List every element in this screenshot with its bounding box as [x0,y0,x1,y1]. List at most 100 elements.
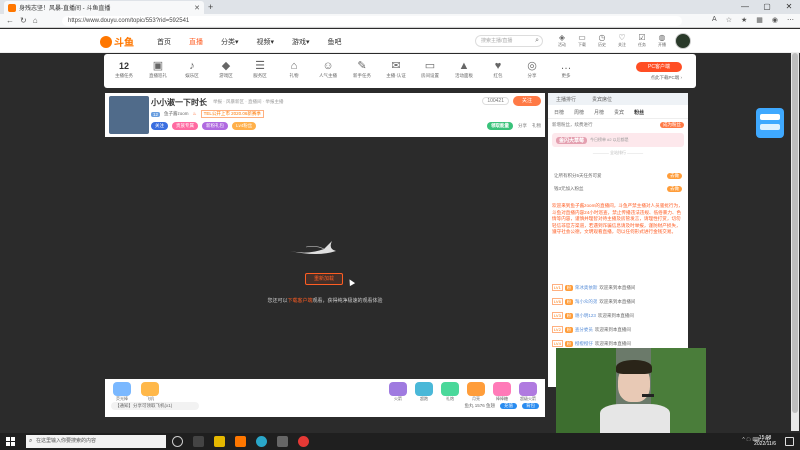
header-broadcast[interactable]: ◍ 开播 [655,33,669,48]
favorite-star-icon[interactable]: ☆ [726,16,732,24]
feature-item[interactable]: ✉ 主播·认证 [382,59,410,79]
scrollbar-thumb[interactable] [792,53,798,413]
become-fan-button[interactable]: 成为粉丝 [660,122,684,128]
header-history[interactable]: ◷ 历史 [595,33,609,48]
promo-banner[interactable]: TEL公开上市 2020.06新赛季 [200,110,264,118]
collections-icon[interactable]: ▦ [756,16,763,24]
page-scrollbar[interactable] [791,53,799,431]
nav-fishbar[interactable]: 鱼吧 [328,37,342,47]
feature-item[interactable]: ▲ 活动面板 [450,59,478,79]
follow-button[interactable]: 关注 [513,96,541,106]
edge-browser-icon[interactable] [256,436,267,447]
feature-item[interactable]: ☰ 服务区 [246,59,274,79]
nav-category[interactable]: 分类▾ [221,37,239,47]
video-area[interactable]: 重新加载 您还可以下载客户端观看，获得纯净极速的观看体验 [105,137,545,379]
chat-user[interactable]: 橙橙橙仔 [575,341,593,347]
feature-item[interactable]: ✎ 新手任务 [348,59,376,79]
tab-month[interactable]: 月榜 [594,109,604,116]
tab-vip[interactable]: 贵宾 [614,109,624,116]
nav-video[interactable]: 视频▾ [257,37,275,47]
feature-item[interactable]: ☺ 人气主播 [314,59,342,79]
browser-tab[interactable]: 身残志坚！风暴-直播间 - 斗鱼直播 ✕ [4,1,204,14]
gift-item[interactable]: 超跑 [413,382,435,402]
gift-item[interactable]: 超级火箭 [517,382,539,402]
gift-item[interactable]: 棒棒糖 [491,382,513,402]
feature-item[interactable]: ♪ 娱乐区 [178,59,206,79]
badge-follow[interactable]: 关注 [151,122,168,130]
more-icon[interactable]: ⋯ [787,16,794,24]
badge-noble[interactable]: 贵族专属 [172,122,198,130]
energy-button[interactable]: 领取能量 [487,122,513,130]
tab-anchor-rank[interactable]: 主播排行 [556,96,576,103]
chat-user[interactable]: 荣冰奥依斯 [575,285,598,291]
refresh-icon[interactable]: ↻ [20,16,27,25]
douyu-app-icon[interactable] [235,436,246,447]
share-button[interactable]: 分享 [518,123,527,129]
anchor-name[interactable]: 鱼子酱zoom [164,111,189,117]
chat-user[interactable]: 淘小众的弟 [575,299,598,305]
download-client-link[interactable]: 下载客户端 [287,298,312,304]
task-view-icon[interactable] [172,436,183,447]
app-icon[interactable] [277,436,288,447]
site-logo[interactable]: 斗鱼 [100,34,134,49]
taskbar-clock[interactable]: 15:08 2022/11/6 [754,435,776,447]
read-aloud-icon[interactable]: A [712,16,717,24]
gift-item[interactable]: 礼炮 [439,382,461,402]
close-window-button[interactable]: ✕ [778,0,800,14]
user-avatar[interactable] [675,33,691,49]
file-explorer-icon[interactable] [193,436,204,447]
feature-item[interactable]: ▣ 直播巡礼 [144,59,172,79]
feature-item[interactable]: … 更多 [552,59,580,79]
new-tab-button[interactable]: + [208,2,213,12]
tab-vip-seats[interactable]: 贵宾席位 [592,96,612,103]
header-follow[interactable]: ♡ 关注 [615,33,629,48]
pc-download-link[interactable]: 点此下载PC端 › [651,75,683,81]
nav-live[interactable]: 直播 [189,37,203,47]
feature-item[interactable]: ◎ 分享 [518,59,546,79]
gift-item[interactable]: 月亮 [465,382,487,402]
pc-client-button[interactable]: PC客户端 [636,62,682,72]
feature-item[interactable]: ▭ 房间设置 [416,59,444,79]
tab-fans[interactable]: 粉丝 [634,109,644,116]
notification-icon[interactable] [785,437,794,446]
anchor-avatar[interactable] [109,96,149,134]
favorites-icon[interactable]: ★ [741,16,747,24]
badge-fanlevel[interactable]: Lv4粉丝 [232,122,257,130]
app-icon[interactable] [214,436,225,447]
side-promo-badge[interactable] [754,104,786,144]
header-download[interactable]: ▭ 下载 [575,33,589,48]
task-go-button[interactable]: 去做 [667,186,682,192]
back-icon[interactable]: ← [6,16,14,25]
windows-start-icon[interactable] [6,437,15,446]
gift-item[interactable]: 火箭 [387,382,409,402]
gift-item[interactable]: 飞机 [139,382,161,402]
feature-task-count[interactable]: 12 主播任务 [110,59,138,79]
feature-item[interactable]: ◆ 游戏区 [212,59,240,79]
bag-button[interactable]: 背包 [522,403,539,409]
maximize-button[interactable]: ▢ [756,0,778,14]
nav-game[interactable]: 游戏▾ [292,37,310,47]
header-activity[interactable]: ◈ 活动 [555,33,569,48]
home-icon[interactable]: ⌂ [33,16,38,25]
close-tab-icon[interactable]: ✕ [194,4,204,12]
site-search-input[interactable]: 搜索主播/直播 ⌕ [475,35,543,47]
profile-icon[interactable]: ◉ [772,16,778,24]
room-meta[interactable]: 举报 · 风暴新区 · 直播间 · 举报主播 [213,99,284,105]
obs-icon[interactable] [298,436,309,447]
task-go-button[interactable]: 去做 [667,173,682,179]
tab-day[interactable]: 日榜 [554,109,564,116]
minimize-button[interactable]: — [734,0,756,14]
reload-button[interactable]: 重新加载 [305,273,343,285]
notice-chip[interactable]: 【通知】分享可领取飞机(x1) [111,402,199,410]
gift-button[interactable]: 礼物 [532,123,541,129]
rank-card[interactable]: 金闪大草莓 今日榜单 #2 以后都是 [552,133,684,147]
header-task[interactable]: ☑ 任务 [635,33,649,48]
feature-item[interactable]: ♥ 红包 [484,59,512,79]
search-icon[interactable]: ⌕ [535,36,539,46]
taskbar-search-input[interactable]: ⌕ 在这里输入你要搜索的内容 [26,435,166,448]
nav-home[interactable]: 首页 [157,37,171,47]
tab-week[interactable]: 周榜 [574,109,584,116]
chat-user[interactable]: 谢小明123 [575,313,596,319]
chat-user[interactable]: 查分委员 [575,327,593,333]
badge-newfan[interactable]: 新粉礼包 [202,122,228,130]
